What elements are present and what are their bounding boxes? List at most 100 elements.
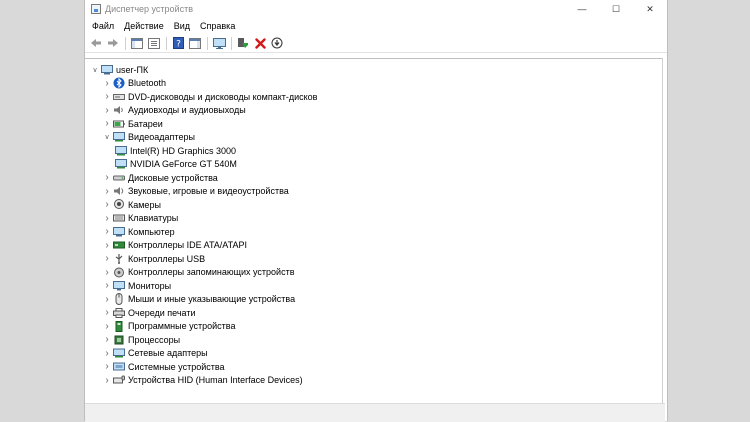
storage-controller-icon <box>113 267 125 278</box>
tree-category-label: Bluetooth <box>128 78 167 89</box>
tree-category[interactable]: › Дисковые устройства <box>89 171 317 185</box>
tree-category[interactable]: › Устройства HID (Human Interface Devices… <box>89 374 317 388</box>
chevron-right-icon[interactable]: › <box>101 105 113 116</box>
chevron-right-icon[interactable]: › <box>101 334 113 345</box>
show-hide-console-tree-button[interactable] <box>129 36 145 50</box>
chevron-right-icon[interactable]: › <box>101 307 113 318</box>
tree-category[interactable]: › Мыши и иные указывающие устройства <box>89 293 317 307</box>
chevron-right-icon[interactable]: › <box>101 91 113 102</box>
title-bar: Диспетчер устройств — ☐ ✕ <box>85 0 667 18</box>
arrow-left-icon <box>91 39 101 47</box>
tree-category-label: Контроллеры запоминающих устройств <box>128 267 295 278</box>
tree-category-label: Видеоадаптеры <box>128 132 195 143</box>
tree-device-label: NVIDIA GeForce GT 540M <box>130 159 237 170</box>
chevron-right-icon[interactable]: › <box>101 186 113 197</box>
chevron-right-icon[interactable]: › <box>101 172 113 183</box>
red-x-icon <box>254 37 266 49</box>
tree-category[interactable]: › Системные устройства <box>89 360 317 374</box>
scan-hardware-button[interactable] <box>211 36 227 50</box>
menu-file[interactable]: Файл <box>87 21 119 31</box>
chevron-right-icon[interactable]: › <box>101 321 113 332</box>
chevron-down-icon[interactable]: ∨ <box>101 133 113 141</box>
chevron-right-icon[interactable]: › <box>101 78 113 89</box>
tree-category[interactable]: › Контроллеры IDE ATA/ATAPI <box>89 239 317 253</box>
chevron-right-icon[interactable]: › <box>101 280 113 291</box>
chevron-right-icon[interactable]: › <box>101 118 113 129</box>
help-button[interactable]: ? <box>170 36 186 50</box>
tree-category[interactable]: › DVD-дисководы и дисководы компакт-диско… <box>89 90 317 104</box>
tree-category[interactable]: › Клавиатуры <box>89 212 317 226</box>
uninstall-device-button[interactable] <box>252 36 268 50</box>
tree-category[interactable]: › Звуковые, игровые и видеоустройства <box>89 185 317 199</box>
console-tree-icon <box>131 37 143 49</box>
tree-category[interactable]: › Батареи <box>89 117 317 131</box>
audio-icon <box>113 105 125 115</box>
device-tree: ∨ user-ПК › Bluetooth › DVD-дисководы и дис… <box>89 63 317 387</box>
back-button[interactable] <box>88 36 104 50</box>
tree-category[interactable]: › Процессоры <box>89 333 317 347</box>
processor-icon <box>113 335 125 345</box>
monitor-icon <box>113 280 125 291</box>
tree-device[interactable]: NVIDIA GeForce GT 540M <box>89 158 317 172</box>
tree-category[interactable]: ∨ Видеоадаптеры <box>89 131 317 145</box>
tree-device[interactable]: Intel(R) HD Graphics 3000 <box>89 144 317 158</box>
chevron-right-icon[interactable]: › <box>101 294 113 305</box>
menu-help[interactable]: Справка <box>195 21 240 31</box>
chevron-right-icon[interactable]: › <box>101 348 113 359</box>
arrow-right-icon <box>108 39 118 47</box>
device-manager-window: Диспетчер устройств — ☐ ✕ Файл Действие … <box>84 0 668 422</box>
action-pane-button[interactable] <box>187 36 203 50</box>
menu-view[interactable]: Вид <box>169 21 195 31</box>
tree-category[interactable]: › Контроллеры запоминающих устройств <box>89 266 317 280</box>
forward-button[interactable] <box>105 36 121 50</box>
tree-category[interactable]: › Аудиовходы и аудиовыходы <box>89 104 317 118</box>
chevron-right-icon[interactable]: › <box>101 240 113 251</box>
menu-action[interactable]: Действие <box>119 21 169 31</box>
mouse-icon <box>113 293 125 306</box>
printer-icon <box>113 307 125 318</box>
tree-category[interactable]: › Камеры <box>89 198 317 212</box>
keyboard-icon <box>113 213 125 223</box>
toolbar: ? <box>85 34 667 53</box>
tree-category[interactable]: › Очереди печати <box>89 306 317 320</box>
display-adapter-icon <box>113 132 125 142</box>
tree-category-label: Устройства HID (Human Interface Devices) <box>128 375 303 386</box>
chevron-right-icon[interactable]: › <box>101 375 113 386</box>
tree-category[interactable]: › Bluetooth <box>89 77 317 91</box>
tree-category[interactable]: › Программные устройства <box>89 320 317 334</box>
network-adapter-icon <box>113 348 125 358</box>
close-button[interactable]: ✕ <box>633 0 667 18</box>
device-tree-pane[interactable]: ∨ user-ПК › Bluetooth › DVD-дисководы и дис… <box>85 58 663 404</box>
maximize-button[interactable]: ☐ <box>599 0 633 18</box>
tree-category-label: Камеры <box>128 199 161 210</box>
tree-category[interactable]: › Компьютер <box>89 225 317 239</box>
chevron-right-icon[interactable]: › <box>101 267 113 278</box>
chevron-down-icon[interactable]: ∨ <box>89 66 101 74</box>
tree-category[interactable]: › Контроллеры USB <box>89 252 317 266</box>
tree-category-label: Процессоры <box>128 334 181 345</box>
chevron-right-icon[interactable]: › <box>101 213 113 224</box>
tree-category-label: Компьютер <box>128 226 175 237</box>
chevron-right-icon[interactable]: › <box>101 226 113 237</box>
tree-category-label: Звуковые, игровые и видеоустройства <box>128 186 289 197</box>
tree-category-label: Дисковые устройства <box>128 172 218 183</box>
tree-category-label: Системные устройства <box>128 361 225 372</box>
enable-device-button[interactable] <box>269 36 285 50</box>
display-adapter-icon <box>115 159 127 169</box>
chevron-right-icon[interactable]: › <box>101 253 113 264</box>
update-driver-button[interactable] <box>235 36 251 50</box>
tree-root[interactable]: ∨ user-ПК <box>89 63 317 77</box>
properties-icon <box>148 37 160 49</box>
dvd-drive-icon <box>113 92 125 102</box>
tree-category-label: Аудиовходы и аудиовыходы <box>128 105 246 116</box>
minimize-button[interactable]: — <box>565 0 599 18</box>
action-pane-icon <box>189 37 201 49</box>
chevron-right-icon[interactable]: › <box>101 199 113 210</box>
speaker-icon <box>113 186 125 196</box>
chevron-right-icon[interactable]: › <box>101 361 113 372</box>
properties-button[interactable] <box>146 36 162 50</box>
system-device-icon <box>113 362 125 372</box>
tree-category[interactable]: › Мониторы <box>89 279 317 293</box>
tree-category[interactable]: › Сетевые адаптеры <box>89 347 317 361</box>
update-driver-icon <box>238 38 248 48</box>
